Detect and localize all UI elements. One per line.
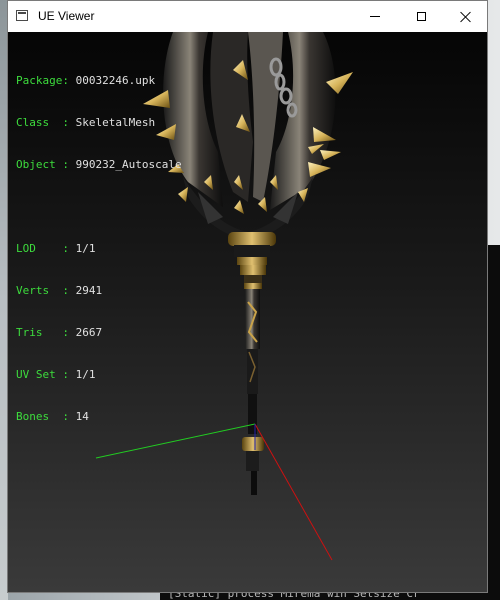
info-uvset-row: UV Set : 1/1: [16, 368, 182, 382]
info-package-value: 00032246.upk: [75, 74, 156, 87]
info-verts-row: Verts : 2941: [16, 284, 182, 298]
info-uvset-value: 1/1: [75, 368, 96, 381]
maximize-button[interactable]: [398, 1, 444, 32]
info-object-value: 990232_Autoscale: [75, 158, 182, 171]
y-axis-line: [254, 423, 333, 561]
info-spacer: [16, 200, 182, 214]
3d-viewport[interactable]: Package: 00032246.upk Class : SkeletalMe…: [8, 32, 487, 592]
close-button[interactable]: [443, 1, 489, 32]
info-verts-value: 2941: [75, 284, 103, 297]
info-bones-row: Bones : 14: [16, 410, 182, 424]
minimize-icon: [370, 16, 380, 17]
title-bar[interactable]: UE Viewer: [8, 1, 487, 32]
info-verts-label: Verts :: [16, 284, 76, 297]
info-object-label: Object :: [16, 158, 76, 171]
minimize-button[interactable]: [352, 1, 398, 32]
info-class-label: Class :: [16, 116, 76, 129]
info-tris-row: Tris : 2667: [16, 326, 182, 340]
info-lod-value: 1/1: [75, 242, 96, 255]
info-tris-label: Tris :: [16, 326, 76, 339]
app-icon[interactable]: [16, 10, 28, 21]
window-title: UE Viewer: [38, 9, 95, 23]
info-class-value: SkeletalMesh: [75, 116, 156, 129]
background-console-window: [488, 245, 500, 600]
info-package-row: Package: 00032246.upk: [16, 74, 182, 88]
info-uvset-label: UV Set :: [16, 368, 76, 381]
maximize-icon: [416, 12, 426, 21]
info-bones-label: Bones :: [16, 410, 76, 423]
info-package-label: Package:: [16, 74, 76, 87]
info-lod-label: LOD :: [16, 242, 76, 255]
info-class-row: Class : SkeletalMesh: [16, 116, 182, 130]
close-icon: [460, 11, 472, 23]
info-bones-value: 14: [75, 410, 89, 423]
info-object-row: Object : 990232_Autoscale: [16, 158, 182, 172]
ue-viewer-window: UE Viewer Package: 00032246.upk Class: …: [7, 0, 488, 593]
info-lod-row: LOD : 1/1: [16, 242, 182, 256]
info-tris-value: 2667: [75, 326, 103, 339]
mesh-info-overlay: Package: 00032246.upk Class : SkeletalMe…: [16, 46, 182, 452]
